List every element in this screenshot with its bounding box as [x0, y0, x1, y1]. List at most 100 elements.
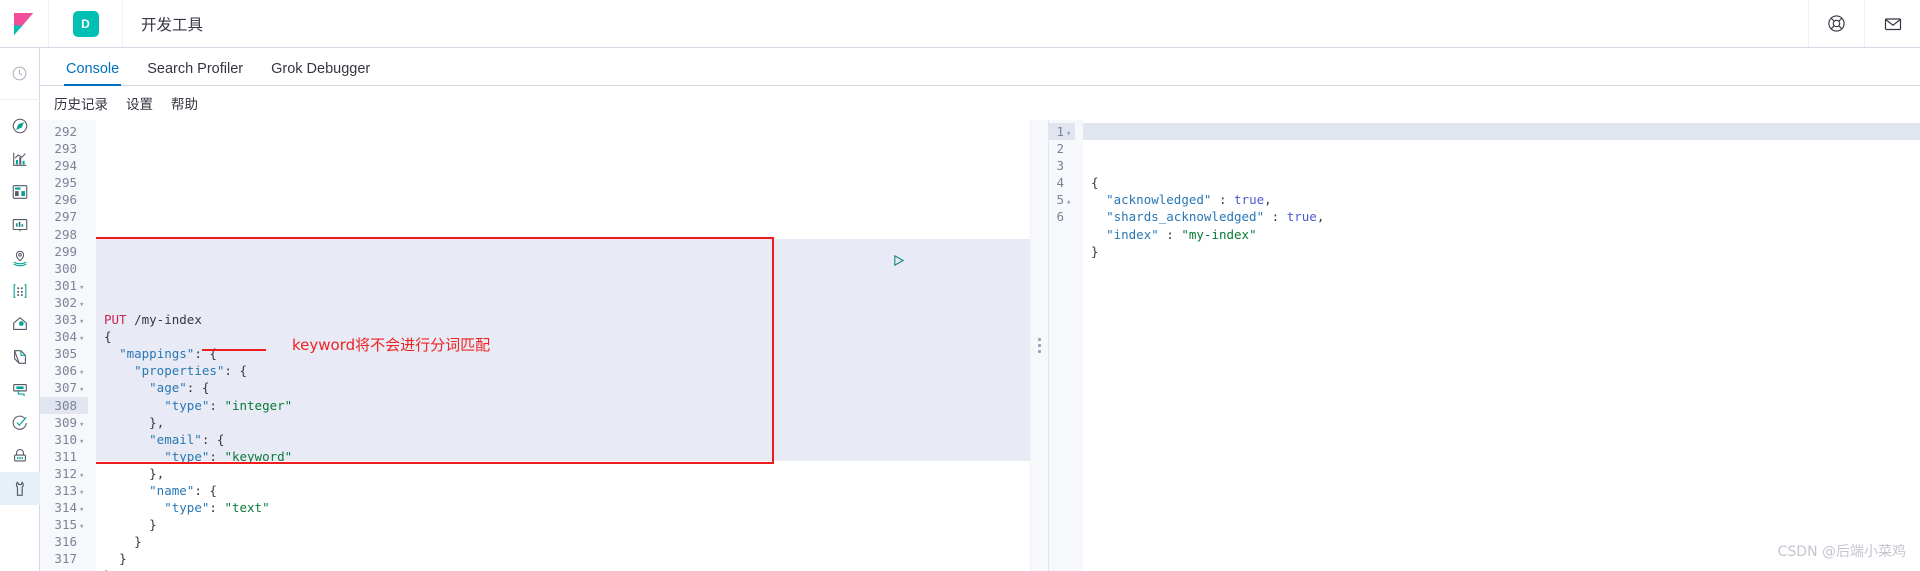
header-actions: [1808, 0, 1920, 47]
clock-svg: [12, 66, 27, 81]
play-run-request-icon[interactable]: [757, 237, 905, 288]
response-editor: 1 ▾ 2 3 4 5 ▴ 6 { "acknowledged" : true, "shard…: [1049, 120, 1920, 571]
tab-console[interactable]: Console: [52, 61, 133, 86]
subnav-help[interactable]: 帮助: [171, 93, 198, 113]
console-subnav: 历史记录 设置 帮助: [40, 86, 1920, 120]
request-gutter: 292 293 294 295 296 297 298 299 300 301 ▾ 302 ▾ 303 ▾ 3…: [40, 120, 96, 571]
console-panes: 292 293 294 295 296 297 298 299 300 301 ▾ 302 ▾ 303 ▾ 3…: [40, 120, 1920, 571]
code-line: PUT /my-index: [104, 312, 202, 328]
help-lifebuoy-icon[interactable]: [1808, 0, 1864, 47]
gutter-line: 297: [54, 209, 77, 225]
left-nav-rail: [0, 48, 40, 571]
sidebar-item-machine-learning[interactable]: [0, 274, 40, 307]
gutter-line: 307 ▾: [40, 379, 88, 396]
gutter-line: 6: [1056, 209, 1064, 225]
gutter-line: 310 ▾: [40, 431, 88, 448]
logs-stack-icon: [13, 349, 26, 364]
tab-grok-debugger[interactable]: Grok Debugger: [257, 61, 384, 86]
gutter-line: 315 ▾: [40, 516, 88, 533]
top-header: D 开发工具: [0, 0, 1920, 48]
gutter-line: 299: [54, 243, 77, 259]
grip-dot: [1038, 344, 1041, 347]
gutter-line: 3: [1056, 158, 1064, 174]
dashboard-grid-icon: [12, 184, 27, 199]
gutter-line: 293: [54, 141, 77, 157]
gutter-line: 2: [1056, 141, 1064, 157]
gutter-line: 304 ▾: [40, 328, 88, 345]
response-gutter: 1 ▾ 2 3 4 5 ▴ 6: [1049, 120, 1083, 571]
code-line: "index" : "my-index": [1106, 226, 1257, 242]
security-lock-icon: [13, 448, 26, 461]
gutter-line: 1 ▾: [1049, 123, 1075, 141]
uptime-check-icon: [12, 415, 27, 430]
mail-envelope-icon[interactable]: [1864, 0, 1920, 47]
gutter-line: 302 ▾: [40, 294, 88, 311]
gutter-line: 311: [54, 448, 77, 464]
gutter-line: 298: [54, 226, 77, 242]
gutter-line: 306 ▾: [40, 362, 88, 379]
sidebar-item-logs[interactable]: [0, 340, 40, 373]
code-line: }: [134, 534, 142, 550]
sidebar-item-metrics[interactable]: [0, 373, 40, 406]
response-viewer-pane[interactable]: 1 ▾ 2 3 4 5 ▴ 6 { "acknowledged" : true, "shard…: [1048, 120, 1920, 571]
grip-dot: [1038, 338, 1041, 341]
space-switcher-button[interactable]: D: [49, 0, 123, 47]
grip-dot: [1038, 350, 1041, 353]
request-code[interactable]: PUT /my-index{ "mappings": { "properties…: [96, 120, 1030, 571]
code-line: "age": {: [149, 380, 210, 396]
subnav-history[interactable]: 历史记录: [54, 93, 108, 113]
response-active-line-highlight: [1083, 123, 1920, 141]
sidebar-item-maps[interactable]: [0, 241, 40, 274]
canvas-presentation-icon: [12, 218, 27, 231]
sidebar-item-discover[interactable]: [0, 109, 40, 142]
kibana-dev-tools-window: D 开发工具 Console Search Profiler Grok Debu…: [0, 0, 1920, 571]
tab-search-profiler[interactable]: Search Profiler: [133, 61, 257, 86]
code-line: }: [1091, 243, 1099, 259]
pane-splitter[interactable]: [1030, 120, 1048, 571]
wrench-options-icon[interactable]: [912, 236, 1030, 289]
kibana-logo-icon[interactable]: [0, 0, 49, 47]
code-line: "email": {: [149, 431, 225, 447]
request-editor[interactable]: 292 293 294 295 296 297 298 299 300 301 ▾ 302 ▾ 303 ▾ 3…: [40, 120, 1030, 571]
graph-network-icon: [12, 316, 27, 330]
sidebar-item-graph[interactable]: [0, 307, 40, 340]
annotation-text: keyword将不会进行分词匹配: [292, 336, 491, 354]
sidebar-item-uptime[interactable]: [0, 406, 40, 439]
gutter-line: 295: [54, 175, 77, 191]
sidebar-item-dashboard[interactable]: [0, 175, 40, 208]
sidebar-item-dev-tools[interactable]: [0, 472, 40, 505]
gutter-line: 313 ▾: [40, 482, 88, 499]
gutter-line: 303 ▾: [40, 311, 88, 328]
visualize-chart-icon: [12, 152, 26, 166]
sidebar-item-security[interactable]: [0, 439, 40, 472]
page-title: 开发工具: [141, 16, 204, 34]
response-code[interactable]: { "acknowledged" : true, "shards_acknowl…: [1083, 120, 1920, 571]
response-code-lines: { "acknowledged" : true, "shards_acknowl…: [1083, 174, 1920, 277]
code-line: "name": {: [149, 482, 217, 498]
rail-gap-1: [0, 90, 39, 99]
dev-tools-wrench-icon: [15, 480, 24, 496]
code-line: "acknowledged" : true,: [1106, 192, 1272, 208]
gutter-line: 309 ▾: [40, 414, 88, 431]
recently-viewed-clock-icon[interactable]: [0, 57, 40, 90]
gutter-line: 300: [54, 260, 77, 276]
code-line: "type": "text": [164, 500, 270, 516]
request-actions: [757, 236, 1030, 289]
code-line: "mappings": {: [119, 346, 217, 362]
gutter-line: 301 ▾: [40, 277, 88, 294]
sidebar-item-canvas[interactable]: [0, 208, 40, 241]
subnav-settings[interactable]: 设置: [126, 93, 153, 113]
sidebar-item-visualize[interactable]: [0, 142, 40, 175]
request-editor-pane[interactable]: 292 293 294 295 296 297 298 299 300 301 ▾ 302 ▾ 303 ▾ 3…: [40, 120, 1030, 571]
kibana-logo-svg: [14, 12, 33, 35]
main-content: Console Search Profiler Grok Debugger 历史…: [40, 48, 1920, 571]
code-line: },: [149, 414, 165, 430]
code-line: }: [96, 567, 1030, 571]
gutter-line: 312 ▾: [40, 465, 88, 482]
rail-gap-2: [0, 100, 39, 109]
gutter-line: 316: [54, 534, 77, 550]
